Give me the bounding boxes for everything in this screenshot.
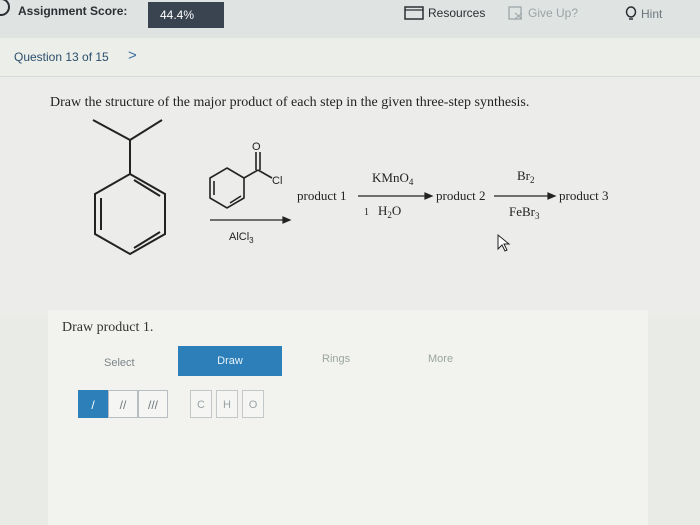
reagent-br2: Br2 bbox=[517, 168, 535, 185]
select-tool[interactable]: Select bbox=[104, 357, 135, 369]
chlorine-label: Cl bbox=[272, 175, 282, 187]
carbon-atom-button[interactable]: C bbox=[190, 390, 212, 418]
reaction-scheme: O Cl AlCl3 product 1 KMnO4 1 H2O product… bbox=[92, 119, 608, 256]
reagent-kmno4: KMnO4 bbox=[372, 170, 414, 187]
draw-tool-button[interactable]: Draw bbox=[178, 346, 282, 376]
single-bond-button[interactable]: / bbox=[78, 390, 108, 418]
draw-product-label: Draw product 1. bbox=[62, 320, 154, 335]
product3-label: product 3 bbox=[559, 188, 608, 203]
product1-label: product 1 bbox=[297, 188, 346, 203]
rings-tool[interactable]: Rings bbox=[322, 353, 350, 365]
mouse-cursor-icon bbox=[497, 233, 511, 252]
reagent-febr3: FeBr3 bbox=[509, 204, 540, 221]
carbonyl-oxygen-label: O bbox=[252, 141, 261, 153]
reagent-h2o: H2O bbox=[378, 203, 401, 220]
step-number-2: 1 bbox=[364, 207, 369, 218]
step2-arrow bbox=[358, 192, 434, 200]
triple-bond-button[interactable]: /// bbox=[138, 390, 168, 418]
catalyst-label: AlCl3 bbox=[229, 231, 254, 245]
step1-arrow bbox=[210, 216, 292, 224]
product2-label: product 2 bbox=[436, 188, 485, 203]
double-bond-button[interactable]: // bbox=[108, 390, 138, 418]
oxygen-atom-button[interactable]: O bbox=[242, 390, 264, 418]
more-tool[interactable]: More bbox=[428, 353, 453, 365]
benzoyl-chloride-structure bbox=[209, 152, 273, 209]
starting-material-structure bbox=[92, 119, 166, 256]
step3-arrow bbox=[494, 192, 557, 200]
hydrogen-atom-button[interactable]: H bbox=[216, 390, 238, 418]
